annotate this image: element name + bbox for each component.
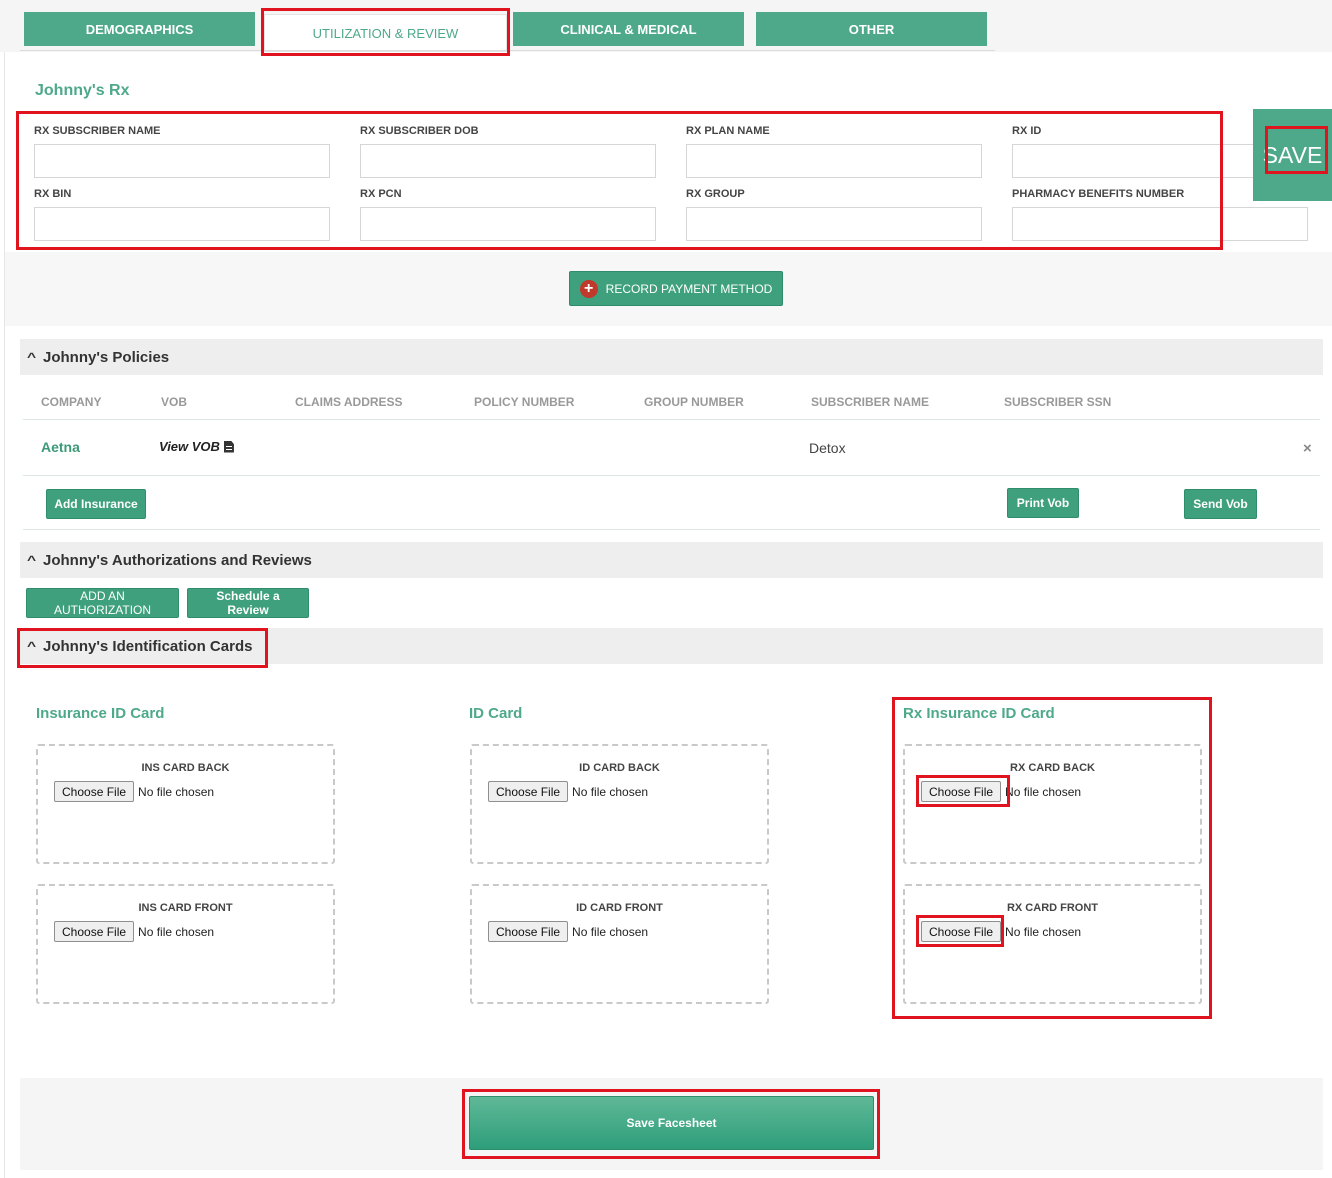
table-divider: [23, 419, 1320, 420]
choose-file-button[interactable]: Choose File: [921, 781, 1002, 802]
file-status: No file chosen: [572, 784, 649, 799]
file-status: No file chosen: [138, 924, 215, 939]
column-header-subscriber-ssn: SUBSCRIBER SSN: [1004, 395, 1112, 409]
rx-subscriber-dob-label: RX SUBSCRIBER DOB: [360, 125, 479, 137]
id-cards-section-title: Johnny's Identification Cards: [43, 637, 253, 655]
tab-demographics[interactable]: DEMOGRAPHICS: [24, 12, 255, 46]
chevron-up-icon: ^: [26, 553, 37, 567]
rx-group-input[interactable]: [686, 207, 982, 241]
choose-file-button[interactable]: Choose File: [488, 921, 569, 942]
file-input[interactable]: Choose File No file chosen: [54, 781, 214, 802]
rx-subscriber-name-label: RX SUBSCRIBER NAME: [34, 125, 161, 137]
column-header-group-number: GROUP NUMBER: [644, 395, 744, 409]
ins-card-front-label: INS CARD FRONT: [138, 902, 233, 914]
rx-insurance-id-card-title: Rx Insurance ID Card: [903, 705, 1055, 722]
print-vob-button[interactable]: Print Vob: [1007, 488, 1079, 518]
policy-subscriber-name: Detox: [809, 440, 846, 456]
file-status: No file chosen: [1005, 784, 1082, 799]
choose-file-button[interactable]: Choose File: [921, 921, 1002, 942]
chevron-up-icon: ^: [26, 350, 37, 364]
table-divider: [23, 475, 1320, 476]
choose-file-button[interactable]: Choose File: [488, 781, 569, 802]
schedule-review-button[interactable]: Schedule a Review: [187, 588, 309, 618]
rx-id-label: RX ID: [1012, 125, 1042, 137]
file-status: No file chosen: [138, 784, 215, 799]
rx-group-label: RX GROUP: [686, 188, 745, 200]
choose-file-button[interactable]: Choose File: [54, 921, 135, 942]
file-status: No file chosen: [1005, 924, 1082, 939]
insurance-id-card-title: Insurance ID Card: [36, 705, 165, 722]
tab-divider: [20, 50, 995, 51]
file-input[interactable]: Choose File No file chosen: [488, 781, 648, 802]
rx-subscriber-dob-input[interactable]: [360, 144, 656, 178]
policy-company-link[interactable]: Aetna: [41, 439, 80, 455]
rx-card-front-label: RX CARD FRONT: [1006, 902, 1099, 914]
record-payment-method-button[interactable]: + RECORD PAYMENT METHOD: [569, 271, 783, 306]
rx-pcn-label: RX PCN: [360, 188, 402, 200]
tab-other[interactable]: OTHER: [756, 12, 987, 46]
ins-card-back-dropzone[interactable]: INS CARD BACK Choose File No file chosen: [36, 744, 335, 864]
view-vob-label: View VOB: [159, 439, 220, 454]
rx-section-title: Johnny's Rx: [35, 82, 130, 99]
policies-section-header[interactable]: ^ Johnny's Policies: [20, 339, 1323, 375]
plus-circle-icon: +: [579, 279, 598, 298]
save-button[interactable]: SAVE: [1253, 109, 1332, 201]
id-cards-section-header[interactable]: ^ Johnny's Identification Cards: [20, 628, 1323, 664]
rx-bin-input[interactable]: [34, 207, 330, 241]
add-authorization-button[interactable]: ADD AN AUTHORIZATION: [26, 588, 179, 618]
file-input[interactable]: Choose File No file chosen: [921, 781, 1081, 802]
authorizations-section-title: Johnny's Authorizations and Reviews: [43, 551, 312, 569]
pharmacy-benefits-number-label: PHARMACY BENEFITS NUMBER: [1012, 188, 1185, 200]
rx-plan-name-input[interactable]: [686, 144, 982, 178]
tab-clinical-medical[interactable]: CLINICAL & MEDICAL: [513, 12, 744, 46]
id-card-title: ID Card: [469, 705, 523, 722]
close-icon[interactable]: ×: [1303, 440, 1312, 457]
view-vob-link[interactable]: View VOB: [159, 439, 234, 454]
ins-card-front-dropzone[interactable]: INS CARD FRONT Choose File No file chose…: [36, 884, 335, 1004]
add-insurance-button[interactable]: Add Insurance: [46, 489, 146, 519]
rx-subscriber-name-input[interactable]: [34, 144, 330, 178]
table-divider: [23, 529, 1320, 530]
rx-card-back-label: RX CARD BACK: [1010, 762, 1095, 774]
rx-card-back-dropzone[interactable]: RX CARD BACK Choose File No file chosen: [903, 744, 1202, 864]
send-vob-button[interactable]: Send Vob: [1184, 489, 1257, 519]
column-header-policy-number: POLICY NUMBER: [474, 395, 575, 409]
chevron-up-icon: ^: [26, 639, 37, 653]
tab-bar: DEMOGRAPHICS UTILIZATION & REVIEW CLINIC…: [0, 0, 1332, 52]
id-card-front-dropzone[interactable]: ID CARD FRONT Choose File No file chosen: [470, 884, 769, 1004]
id-card-back-dropzone[interactable]: ID CARD BACK Choose File No file chosen: [470, 744, 769, 864]
choose-file-button[interactable]: Choose File: [54, 781, 135, 802]
file-status: No file chosen: [572, 924, 649, 939]
column-header-company: COMPANY: [41, 395, 102, 409]
column-header-claims-address: CLAIMS ADDRESS: [295, 395, 403, 409]
file-input[interactable]: Choose File No file chosen: [921, 921, 1081, 942]
file-input[interactable]: Choose File No file chosen: [54, 921, 214, 942]
file-input[interactable]: Choose File No file chosen: [488, 921, 648, 942]
rx-pcn-input[interactable]: [360, 207, 656, 241]
rx-plan-name-label: RX PLAN NAME: [686, 125, 770, 137]
rx-bin-label: RX BIN: [34, 188, 72, 200]
rx-card-front-dropzone[interactable]: RX CARD FRONT Choose File No file chosen: [903, 884, 1202, 1004]
column-header-vob: VOB: [161, 395, 188, 409]
authorizations-section-header[interactable]: ^ Johnny's Authorizations and Reviews: [20, 542, 1323, 578]
tab-utilization-review[interactable]: UTILIZATION & REVIEW: [264, 14, 507, 52]
save-facesheet-button[interactable]: Save Facesheet: [469, 1096, 874, 1150]
policies-section-title: Johnny's Policies: [43, 348, 170, 366]
page-border: [4, 0, 5, 1178]
id-card-back-label: ID CARD BACK: [579, 762, 660, 774]
id-card-front-label: ID CARD FRONT: [576, 902, 663, 914]
record-payment-method-label: RECORD PAYMENT METHOD: [605, 281, 773, 296]
column-header-subscriber-name: SUBSCRIBER NAME: [811, 395, 930, 409]
pharmacy-benefits-number-input[interactable]: [1012, 207, 1308, 241]
document-icon: [223, 440, 234, 453]
ins-card-back-label: INS CARD BACK: [141, 762, 230, 774]
